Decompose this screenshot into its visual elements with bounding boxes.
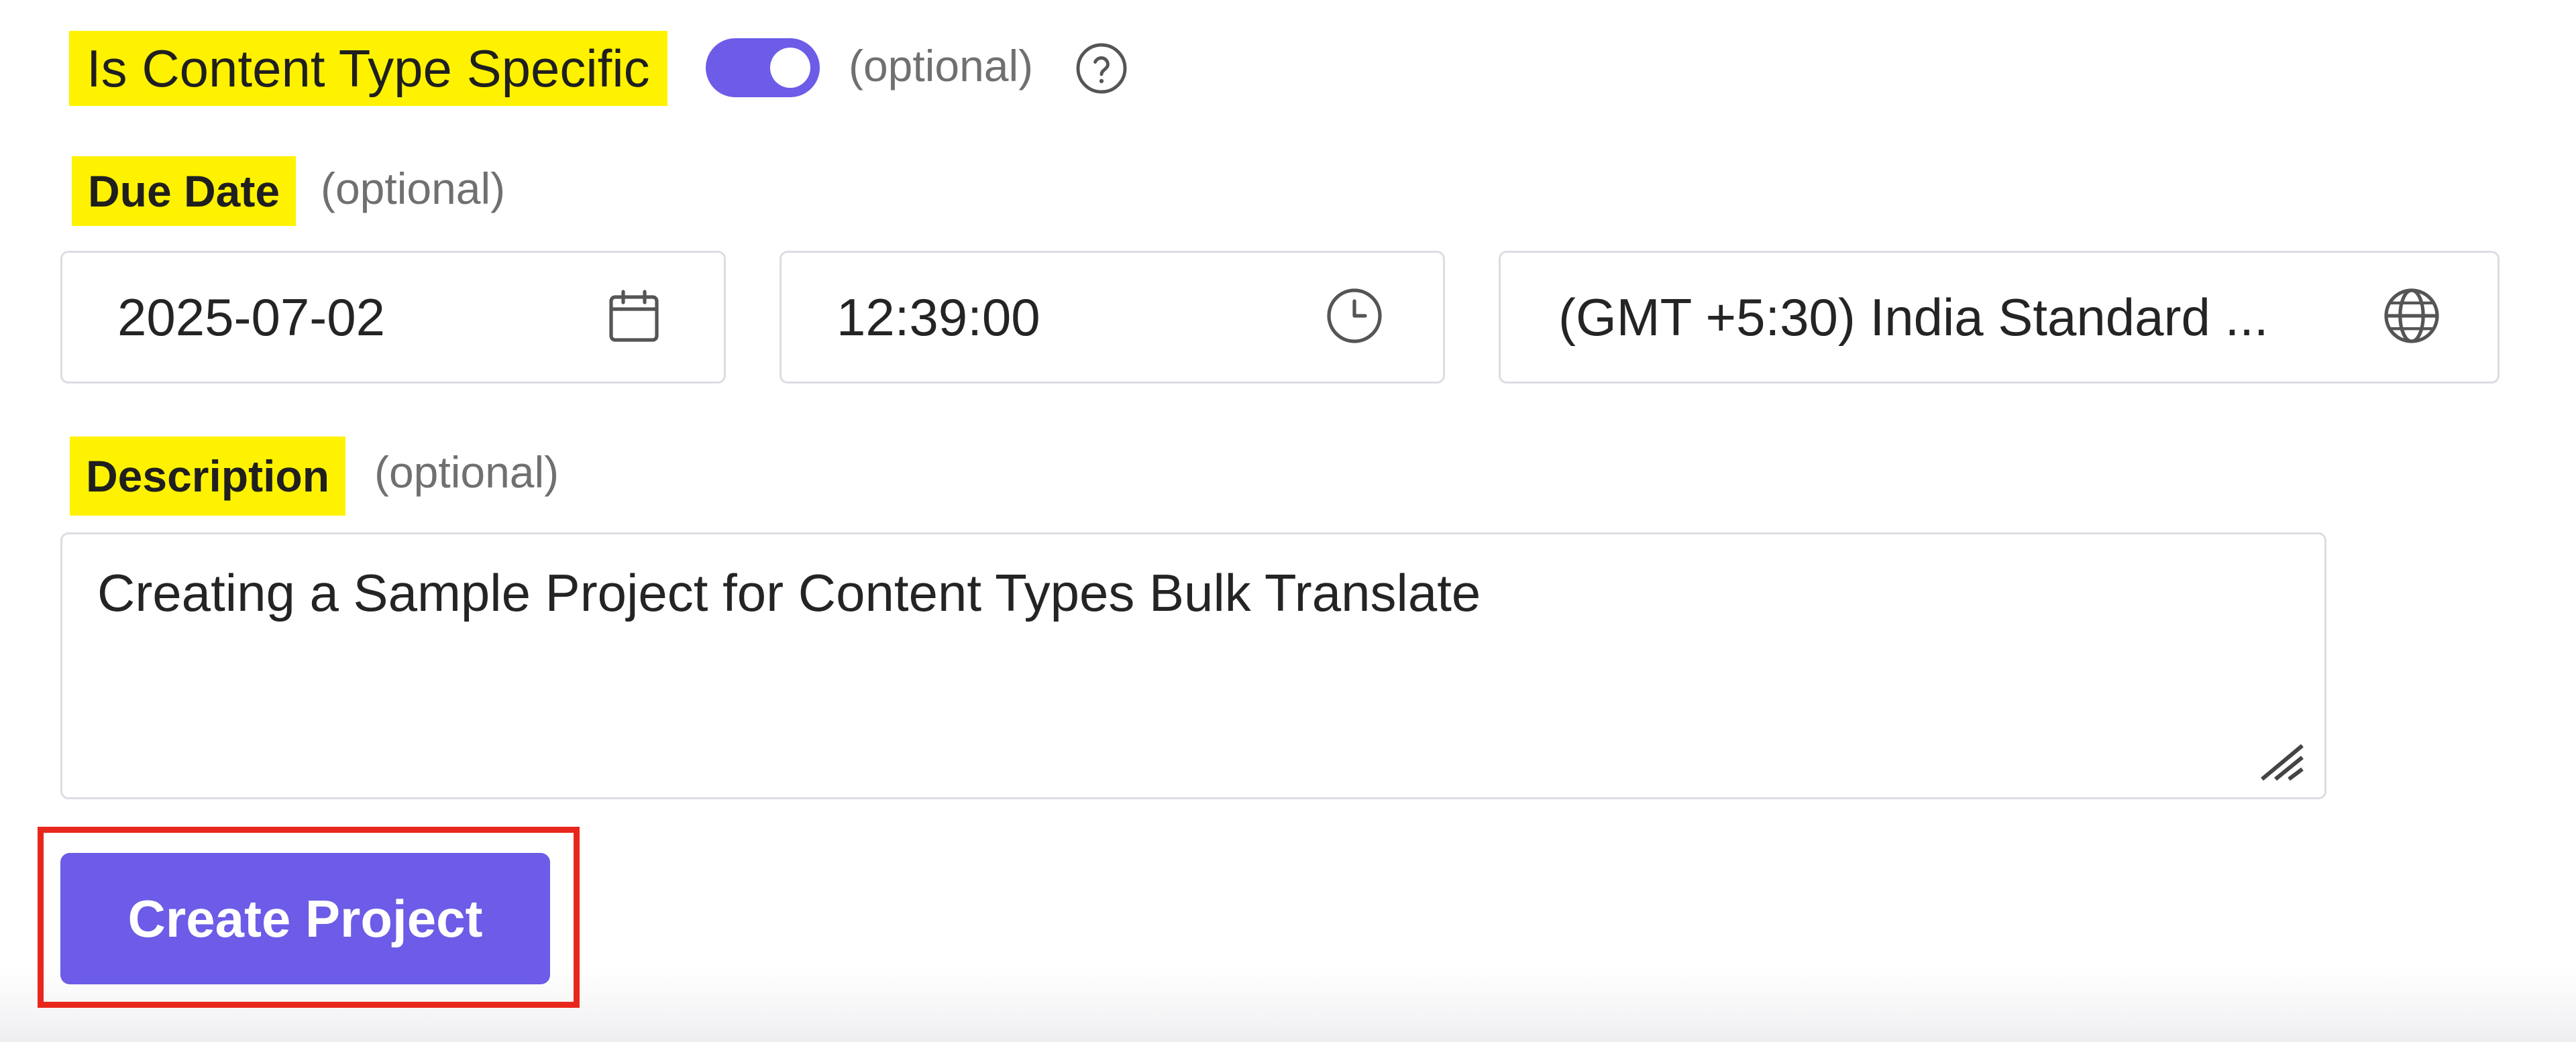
timezone-value: (GMT +5:30) India Standard ...: [1558, 287, 2269, 347]
calendar-icon[interactable]: [602, 284, 666, 348]
description-label: Description: [70, 437, 346, 516]
due-date-optional-hint: (optional): [321, 164, 506, 213]
create-project-button[interactable]: Create Project: [60, 853, 550, 984]
due-time-input[interactable]: 12:39:00: [780, 251, 1445, 384]
content-type-specific-label: Is Content Type Specific: [69, 31, 667, 106]
due-date-input[interactable]: 2025-07-02: [60, 251, 726, 384]
create-project-form: Is Content Type Specific (optional) Due …: [0, 0, 2576, 1042]
content-type-specific-toggle[interactable]: [706, 38, 820, 97]
timezone-select[interactable]: (GMT +5:30) India Standard ...: [1499, 251, 2500, 384]
toggle-knob: [770, 48, 810, 88]
description-textarea[interactable]: Creating a Sample Project for Content Ty…: [60, 532, 2326, 799]
description-optional-hint: (optional): [374, 447, 559, 497]
due-time-value: 12:39:00: [837, 287, 1040, 347]
resize-handle-icon[interactable]: [2259, 742, 2306, 783]
globe-icon[interactable]: [2379, 284, 2444, 348]
description-value: Creating a Sample Project for Content Ty…: [97, 563, 1481, 622]
due-date-label: Due Date: [72, 156, 297, 226]
due-date-value: 2025-07-02: [117, 287, 385, 347]
clock-icon[interactable]: [1322, 284, 1387, 348]
question-circle-icon[interactable]: [1073, 40, 1130, 97]
content-type-optional-hint: (optional): [849, 41, 1034, 91]
